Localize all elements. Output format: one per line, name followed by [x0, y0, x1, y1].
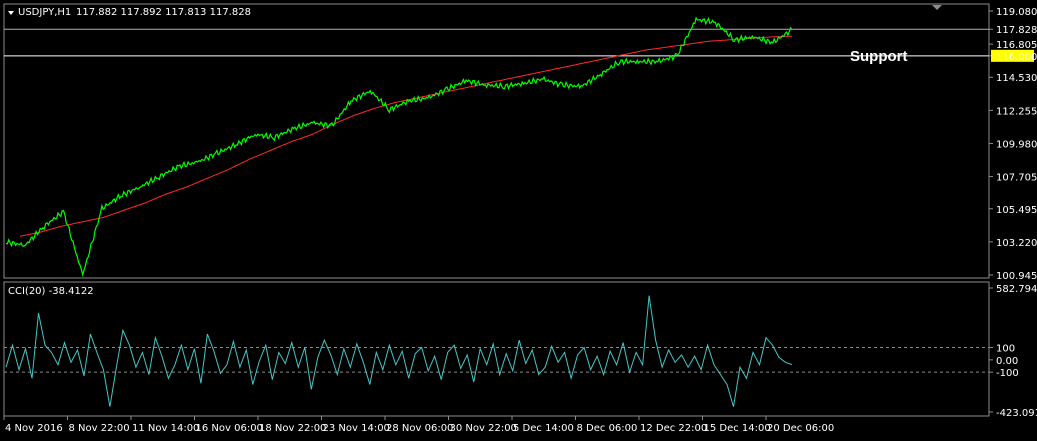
cci-label: CCI(20) -38.4122 — [8, 286, 94, 297]
chart-canvas: 119.080 117.828 116.805116.000 114.530 112.2… — [0, 0, 1037, 441]
price-tick-label: 112.255 — [996, 106, 1037, 117]
ohlc-label: 117.882 117.892 117.813 117.828 — [76, 7, 251, 18]
cci-tick-label: -423.0918 — [996, 408, 1037, 419]
price-tick-label: 116.805 — [996, 40, 1037, 51]
price-tick-label: 105.495 — [996, 205, 1037, 216]
support-annotation: Support — [850, 48, 908, 65]
price-tick-label: 107.705 — [996, 173, 1037, 184]
chart-background — [0, 0, 1037, 441]
price-tick-label: 117.828 — [996, 25, 1037, 36]
price-tick-label: 100.945 — [996, 271, 1037, 282]
time-tick-label: 8 Nov 22:00 — [69, 423, 130, 434]
price-tick-label: 114.530 — [996, 73, 1037, 84]
time-tick-label: 5 Dec 14:00 — [513, 423, 574, 434]
time-tick-label: 18 Nov 22:00 — [259, 423, 326, 434]
price-tick-label: 103.220 — [996, 238, 1037, 249]
symbol-label: USDJPY,H1 — [18, 7, 71, 18]
time-tick-label: 15 Dec 14:00 — [704, 423, 771, 434]
time-tick-label: 20 Dec 06:00 — [767, 423, 834, 434]
cci-tick-label: -100 — [996, 368, 1019, 379]
time-tick-label: 30 Nov 22:00 — [450, 423, 517, 434]
time-tick-label: 28 Nov 06:00 — [386, 423, 453, 434]
time-tick-label: 11 Nov 14:00 — [132, 423, 199, 434]
time-tick-label: 8 Dec 06:00 — [577, 423, 638, 434]
price-tick-label: 119.080 — [996, 7, 1037, 18]
cci-tick-label: 582.7943 — [996, 284, 1037, 295]
cci-tick-label: 100 — [996, 344, 1015, 355]
time-tick-label: 4 Nov 2016 — [5, 423, 63, 434]
time-tick-label: 16 Nov 06:00 — [196, 423, 263, 434]
price-tick-label: 109.980 — [996, 139, 1037, 150]
time-tick-label: 12 Dec 22:00 — [640, 423, 707, 434]
time-tick-label: 23 Nov 14:00 — [323, 423, 390, 434]
price-tick-label: 116.000 — [996, 52, 1037, 63]
cci-tick-label: 0.00 — [996, 356, 1018, 367]
